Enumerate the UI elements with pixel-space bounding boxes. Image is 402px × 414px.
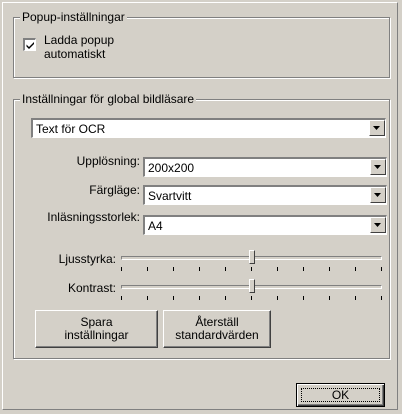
ok-button[interactable]: OK: [296, 383, 385, 407]
resolution-dropdown-button[interactable]: [370, 159, 386, 175]
slider-tick: [173, 267, 174, 271]
slider-tick: [199, 296, 200, 300]
autoload-popup-option[interactable]: Ladda popup automatiskt: [23, 33, 114, 61]
autoload-popup-label-line2: automatiskt: [44, 47, 106, 61]
scan-size-value: A4: [148, 219, 163, 233]
reset-defaults-button[interactable]: Återställ standardvärden: [163, 310, 271, 348]
autoload-popup-checkbox[interactable]: [23, 38, 36, 51]
ok-button-label: OK: [331, 387, 350, 402]
contrast-label: Kontrast:: [67, 281, 116, 295]
brightness-slider[interactable]: [121, 250, 382, 275]
chevron-down-icon: [373, 126, 380, 130]
scan-profile-value: Text för OCR: [36, 122, 106, 136]
color-mode-value: Svartvitt: [148, 189, 192, 203]
slider-tick: [355, 296, 356, 300]
slider-tick: [147, 267, 148, 271]
slider-tick: [199, 267, 200, 271]
save-settings-line2: inställningar: [64, 328, 129, 342]
contrast-slider-thumb[interactable]: [249, 279, 255, 293]
resolution-value: 200x200: [148, 161, 195, 175]
slider-tick: [303, 296, 304, 300]
resolution-dropdown[interactable]: 200x200: [143, 157, 387, 177]
slider-tick: [329, 296, 330, 300]
slider-tick: [225, 267, 226, 271]
scanner-settings-title: Inställningar för global bildläsare: [20, 92, 197, 106]
reset-defaults-button-label: Återställ standardvärden: [175, 316, 258, 342]
scan-profile-dropdown[interactable]: Text för OCR: [31, 118, 386, 138]
scan-size-dropdown-button[interactable]: [370, 217, 386, 233]
autoload-popup-label-line1: Ladda popup: [44, 33, 115, 47]
slider-tick: [147, 296, 148, 300]
checkmark-icon: [26, 42, 34, 49]
autoload-popup-label: Ladda popup automatiskt: [44, 33, 114, 61]
resolution-label: Upplösning:: [76, 154, 140, 168]
contrast-slider[interactable]: [121, 279, 382, 304]
chevron-down-icon: [374, 165, 381, 169]
slider-tick: [303, 267, 304, 271]
slider-tick: [277, 296, 278, 300]
scan-size-label: Inläsningsstorlek:: [47, 210, 140, 224]
popup-settings-title: Popup-inställningar: [20, 10, 127, 24]
slider-tick: [121, 296, 122, 300]
reset-defaults-line1: Återställ: [195, 315, 239, 329]
slider-tick: [121, 267, 122, 271]
brightness-label: Ljusstyrka:: [58, 252, 116, 266]
chevron-down-icon: [374, 223, 381, 227]
save-settings-button[interactable]: Spara inställningar: [35, 310, 158, 348]
slider-tick: [381, 296, 382, 300]
color-mode-dropdown-button[interactable]: [370, 187, 386, 203]
slider-tick: [329, 267, 330, 271]
reset-defaults-line2: standardvärden: [175, 328, 259, 342]
slider-tick: [225, 296, 226, 300]
color-mode-label: Färgläge:: [89, 183, 140, 197]
chevron-down-icon: [374, 193, 381, 197]
color-mode-dropdown[interactable]: Svartvitt: [143, 185, 387, 205]
slider-tick: [251, 296, 252, 300]
slider-tick: [173, 296, 174, 300]
scan-size-dropdown[interactable]: A4: [143, 215, 387, 235]
popup-settings-group: Popup-inställningar Ladda popup automati…: [13, 10, 390, 78]
brightness-slider-thumb[interactable]: [249, 250, 255, 264]
slider-tick: [277, 267, 278, 271]
save-settings-button-label: Spara inställningar: [64, 316, 128, 342]
slider-tick: [355, 267, 356, 271]
save-settings-line1: Spara: [80, 315, 113, 329]
slider-tick: [381, 267, 382, 271]
slider-tick: [251, 267, 252, 271]
scan-profile-dropdown-button[interactable]: [369, 120, 385, 136]
